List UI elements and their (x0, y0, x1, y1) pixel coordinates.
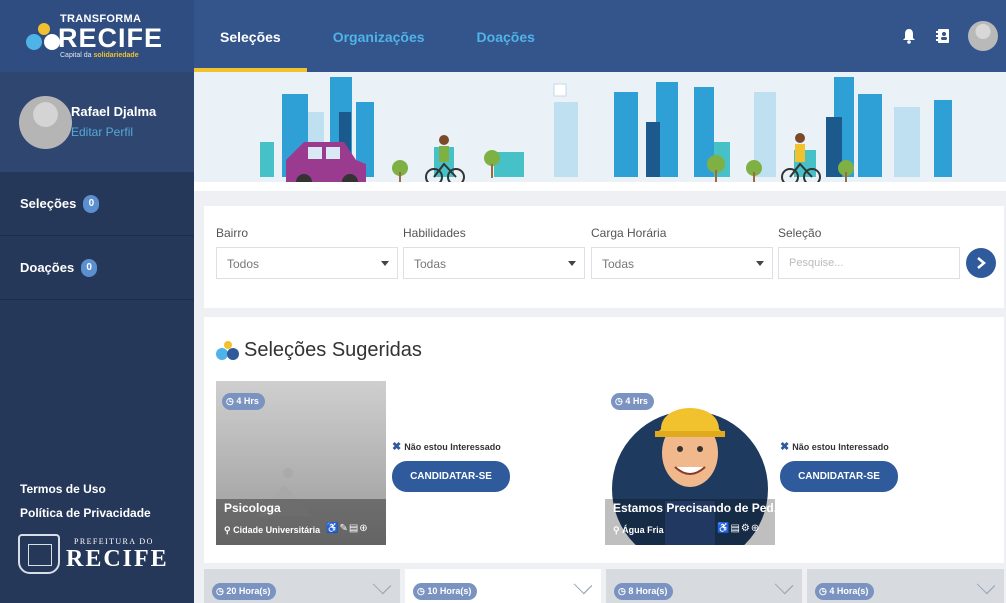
filter-carga-horaria: Carga Horária Todas (591, 226, 773, 279)
close-icon: ✖ (392, 441, 402, 453)
hours-badge: ◷ 4 Hora(s) (815, 583, 875, 600)
chevron-down-icon[interactable] (372, 575, 392, 595)
selection-card-collapsed[interactable]: ◷ 10 Hora(s) (405, 569, 601, 603)
edit-profile-link[interactable]: Editar Perfil (71, 125, 133, 139)
top-bar: TRANSFORMA RECIFE Capital da solidarieda… (0, 0, 1006, 72)
apply-button[interactable]: CANDIDATAR-SE (392, 461, 510, 492)
hours-badge: ◷ 4 Hrs (611, 393, 654, 410)
location-pin-icon: ⚲ (613, 525, 623, 535)
main-nav: Seleções Organizações Doações (194, 0, 561, 72)
chevron-down-icon[interactable] (573, 575, 593, 595)
skill-icons: ♿✎▤⊕ (326, 523, 369, 534)
brand-logo[interactable]: TRANSFORMA RECIFE Capital da solidarieda… (0, 0, 194, 72)
tab-organizacoes[interactable]: Organizações (307, 0, 451, 72)
filter-label: Habilidades (403, 226, 466, 240)
city-banner (194, 72, 1006, 191)
sidebar-item-selecoes[interactable]: Seleções 0 (0, 172, 194, 236)
carga-horaria-select[interactable]: Todas (591, 247, 773, 279)
chevron-right-icon (977, 257, 986, 269)
chevron-down-icon[interactable] (976, 575, 996, 595)
filter-bairro: Bairro Todos (216, 226, 398, 279)
tab-selecoes[interactable]: Seleções (194, 0, 307, 72)
gear-icon: ⚙ (740, 523, 751, 534)
profile-avatar (19, 96, 72, 149)
plus-icon: ⊕ (750, 523, 761, 534)
brand-line2: RECIFE (58, 23, 164, 53)
card-title: Estamos Precisando de Ped... (613, 501, 775, 515)
document-icon: ▤ (730, 523, 741, 534)
caret-down-icon (756, 261, 764, 266)
caret-down-icon (381, 261, 389, 266)
section-title: Seleções Sugeridas (216, 339, 422, 362)
count-badge: 0 (83, 194, 100, 213)
terms-link[interactable]: Termos de Uso (20, 482, 151, 496)
filter-habilidades: Habilidades Todas (403, 226, 585, 279)
crest-icon (18, 534, 60, 574)
selection-card-collapsed[interactable]: ◷ 20 Hora(s) (204, 569, 400, 603)
city-illustration (194, 77, 1006, 191)
notifications-button[interactable] (892, 20, 926, 52)
selecao-search-input[interactable]: Pesquise... (778, 247, 960, 279)
caret-down-icon (568, 261, 576, 266)
hours-badge: ◷ 10 Hora(s) (413, 583, 478, 600)
sidebar: Rafael Djalma Editar Perfil Seleções 0 D… (0, 72, 194, 603)
search-submit-button[interactable] (966, 248, 996, 278)
not-interested-link[interactable]: ✖ Não estou Interessado (780, 440, 889, 453)
prefeitura-logo: PREFEITURA DO RECIFE (18, 532, 178, 578)
hours-badge: ◷ 8 Hora(s) (614, 583, 674, 600)
filters-panel: Bairro Todos Habilidades Todas Carga Hor… (204, 206, 1004, 308)
card-title: Psicologa (224, 501, 281, 515)
card-location: ⚲ Água Fria (613, 525, 664, 535)
profile-name: Rafael Djalma (71, 104, 157, 119)
selection-card-image[interactable]: ◷ 4 Hrs Estamos Precisando de Ped... ⚲ Á… (605, 381, 775, 545)
brand-tagline: Capital da solidariedade (60, 52, 139, 59)
count-badge: 0 (81, 258, 98, 277)
contacts-button[interactable] (926, 20, 960, 52)
accessibility-icon: ♿ (717, 523, 731, 534)
sidebar-item-label: Doações (20, 260, 75, 275)
selection-card-collapsed[interactable]: ◷ 4 Hora(s) (807, 569, 1004, 603)
prefeitura-line1: PREFEITURA DO (74, 537, 154, 546)
user-avatar[interactable] (968, 21, 998, 51)
selection-card-collapsed[interactable]: ◷ 8 Hora(s) (606, 569, 802, 603)
profile-panel: Rafael Djalma Editar Perfil (0, 72, 194, 172)
card-location: ⚲ Cidade Universitária (224, 525, 321, 535)
skill-icons: ♿▤⚙⊕ (717, 523, 760, 534)
plus-icon: ⊕ (359, 523, 369, 534)
tab-doacoes[interactable]: Doações (451, 0, 561, 72)
hours-badge: ◷ 20 Hora(s) (212, 583, 277, 600)
filter-label: Bairro (216, 226, 249, 240)
document-icon: ▤ (348, 523, 360, 534)
sidebar-item-label: Seleções (20, 196, 77, 211)
bell-icon (903, 29, 915, 44)
suggested-selections: Seleções Sugeridas ◷ 4 Hrs Psicologa ⚲ C… (204, 317, 1004, 563)
filter-label: Seleção (778, 226, 822, 240)
close-icon: ✖ (780, 441, 790, 453)
not-interested-link[interactable]: ✖ Não estou Interessado (392, 440, 501, 453)
footer-links: Termos de Uso Política de Privacidade (20, 482, 151, 530)
apply-button[interactable]: CANDIDATAR-SE (780, 461, 898, 492)
prefeitura-line2: RECIFE (66, 546, 169, 572)
selection-card-image[interactable]: ◷ 4 Hrs Psicologa ⚲ Cidade Universitária… (216, 381, 386, 545)
sidebar-item-doacoes[interactable]: Doações 0 (0, 236, 194, 300)
hours-badge: ◷ 4 Hrs (222, 393, 265, 410)
habilidades-select[interactable]: Todas (403, 247, 585, 279)
contacts-icon (936, 29, 949, 43)
filter-label: Carga Horária (591, 226, 667, 240)
tool-icon: ✎ (339, 523, 349, 534)
accessibility-icon: ♿ (326, 523, 340, 534)
location-pin-icon: ⚲ (224, 525, 234, 535)
privacy-link[interactable]: Política de Privacidade (20, 506, 151, 520)
bairro-select[interactable]: Todos (216, 247, 398, 279)
header-actions (892, 20, 998, 52)
filter-selecao: Seleção Pesquise... (778, 226, 960, 279)
logo-icon (216, 340, 239, 360)
chevron-down-icon[interactable] (774, 575, 794, 595)
